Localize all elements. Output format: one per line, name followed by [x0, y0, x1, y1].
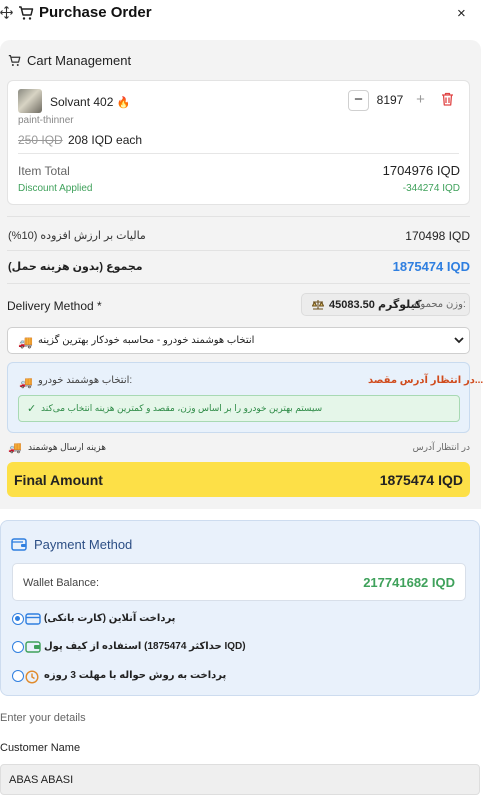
subtotal-label: مجموع (بدون هزینه حمل): [8, 261, 143, 273]
truck-icon: 🚚: [19, 377, 33, 389]
page-title: Purchase Order: [39, 4, 152, 21]
quantity-value[interactable]: 8197: [370, 93, 410, 107]
vat-label: مالیات بر ارزش افزوده (10%): [8, 230, 146, 242]
chevron-down-icon: [454, 337, 464, 344]
divider: [7, 283, 470, 284]
customer-name-input[interactable]: [0, 764, 480, 795]
vat-value: 170498 IQD: [405, 229, 470, 243]
product-thumbnail: [18, 89, 42, 113]
shipment-weight-value: 45083.50 کیلوگرم: [329, 299, 422, 311]
product-name: Solvant 402: [50, 95, 114, 109]
shipping-cost-label: هزینه ارسال هوشمند: [28, 442, 107, 452]
unit-price: 208 IQD each: [68, 133, 143, 147]
delivery-method-label: Delivery Method *: [7, 299, 102, 313]
smart-selection-label: انتخاب هوشمند خودرو:: [38, 375, 133, 386]
shipment-weight-label: وزن محموله:: [412, 299, 466, 310]
close-button[interactable]: ×: [457, 5, 466, 22]
wallet-balance-label: Wallet Balance:: [23, 577, 100, 589]
details-section-title: Enter your details: [0, 712, 86, 724]
awaiting-address-text: در انتظار آدرس مقصد...: [368, 375, 484, 386]
payment-option-label: پرداخت به روش حواله با مهلت 3 روزه: [44, 670, 227, 681]
radio-unselected[interactable]: [12, 641, 24, 653]
payment-method-title: Payment Method: [34, 537, 133, 552]
scale-icon: [311, 299, 325, 311]
delivery-selected-option: انتخاب هوشمند خودرو - محاسبه خودکار بهتر…: [38, 335, 255, 346]
radio-unselected[interactable]: [12, 670, 24, 682]
delivery-method-select[interactable]: 🚚 انتخاب هوشمند خودرو - محاسبه خودکار به…: [7, 327, 470, 354]
divider: [18, 153, 459, 154]
fire-icon: 🔥: [116, 97, 131, 109]
final-amount-label: Final Amount: [14, 472, 103, 488]
truck-icon: 🚚: [18, 335, 33, 349]
clock-icon: [25, 670, 39, 684]
discount-label: Discount Applied: [18, 183, 93, 194]
trash-icon[interactable]: [441, 92, 454, 106]
subtotal-value: 1875474 IQD: [392, 259, 470, 274]
check-icon: ✓: [27, 403, 37, 415]
wallet-balance-card: Wallet Balance: 217741682 IQD: [12, 563, 466, 601]
item-total-value: 1704976 IQD: [382, 163, 460, 178]
payment-option-label: استفاده از کیف پول (حداکثر 1875474 IQD): [44, 641, 246, 652]
shipment-weight-badge: 45083.50 کیلوگرم وزن محموله:: [301, 293, 470, 316]
divider: [7, 216, 470, 217]
shipping-cost-value: در انتظار آدرس: [412, 442, 470, 452]
original-price: 250 IQD: [18, 133, 63, 147]
drag-handle-icon[interactable]: [0, 6, 13, 19]
cart-title-label: Cart Management: [27, 53, 132, 68]
final-amount-bar: Final Amount 1875474 IQD: [7, 462, 470, 497]
wallet-icon: [11, 537, 27, 551]
item-total-label: Item Total: [18, 164, 70, 178]
payment-option-label: پرداخت آنلاین (کارت بانکی): [44, 613, 176, 624]
customer-name-label: Customer Name: [0, 742, 81, 754]
wallet-icon: [25, 641, 41, 653]
cart-icon: [8, 54, 21, 67]
shopping-cart-icon: [18, 5, 34, 21]
increase-quantity-button[interactable]: +: [410, 90, 431, 111]
credit-card-icon: [25, 613, 41, 625]
radio-selected[interactable]: [12, 613, 24, 625]
wallet-balance-value: 217741682 IQD: [363, 575, 455, 590]
truck-icon: 🚚: [8, 442, 22, 454]
product-name-row: Solvant 402 🔥: [50, 95, 130, 109]
smart-selection-note: ✓ سیستم بهترین خودرو را بر اساس وزن، مقص…: [18, 395, 460, 422]
product-category: paint-thinner: [18, 115, 74, 126]
decrease-quantity-button[interactable]: −: [348, 90, 369, 111]
smart-selection-note-text: سیستم بهترین خودرو را بر اساس وزن، مقصد …: [41, 403, 323, 413]
final-amount-value: 1875474 IQD: [379, 472, 463, 488]
discount-value: -344274 IQD: [402, 183, 460, 194]
divider: [7, 250, 470, 251]
